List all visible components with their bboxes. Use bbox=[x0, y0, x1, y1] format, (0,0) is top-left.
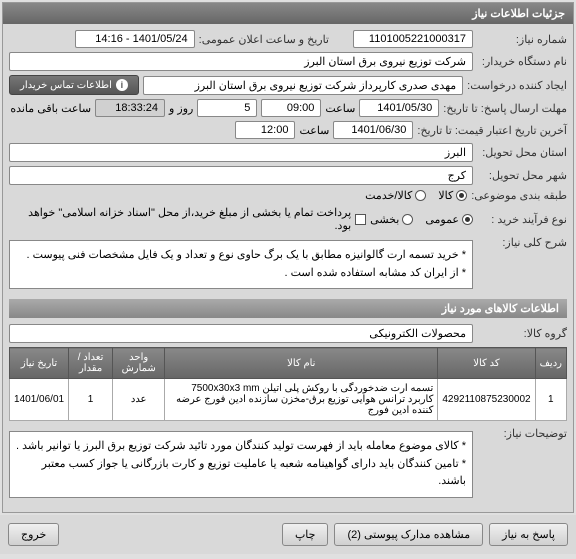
th-qty: تعداد / مقدار bbox=[69, 348, 113, 379]
exit-button[interactable]: خروج bbox=[8, 523, 59, 546]
respond-button[interactable]: پاسخ به نیاز bbox=[489, 523, 568, 546]
buyer-value: شرکت توزیع نیروی برق استان البرز bbox=[9, 52, 473, 71]
th-code: کد کالا bbox=[438, 348, 535, 379]
remaining-suffix: ساعت باقی مانده bbox=[10, 102, 91, 115]
th-name: نام کالا bbox=[165, 348, 438, 379]
panel-header: جزئیات اطلاعات نیاز bbox=[3, 3, 573, 24]
time-label-1: ساعت bbox=[325, 102, 355, 115]
cell-idx: 1 bbox=[535, 379, 566, 421]
th-unit: واحد شمارش bbox=[113, 348, 165, 379]
province-label: استان محل تحویل: bbox=[477, 146, 567, 159]
category-radio-group: کالا کالا/خدمت bbox=[365, 189, 467, 202]
radio-icon bbox=[402, 214, 413, 225]
radio-group[interactable]: بخشی bbox=[370, 213, 413, 226]
day-label: روز و bbox=[169, 102, 193, 115]
notes-text: * کالای موضوع معامله باید از فهرست تولید… bbox=[9, 431, 473, 498]
radio-icon bbox=[415, 190, 426, 201]
cell-name: تسمه ارت ضدخوردگی با روکش پلی اتیلن 7500… bbox=[165, 379, 438, 421]
radio-public[interactable]: عمومی bbox=[425, 213, 473, 226]
footer-toolbar: پاسخ به نیاز مشاهده مدارک پیوستی (2) چاپ… bbox=[0, 515, 576, 554]
radio-goods[interactable]: کالا bbox=[438, 189, 467, 202]
contact-btn-label: اطلاعات تماس خریدار bbox=[20, 80, 112, 91]
deadline-label: مهلت ارسال پاسخ: تا تاریخ: bbox=[443, 102, 567, 115]
th-row: ردیف bbox=[535, 348, 566, 379]
city-value: کرج bbox=[9, 166, 473, 185]
radio-service[interactable]: کالا/خدمت bbox=[365, 189, 426, 202]
validity-time: 12:00 bbox=[235, 121, 295, 139]
days-remaining: 5 bbox=[197, 99, 257, 117]
need-no-value: 1101005221000317 bbox=[353, 30, 473, 48]
requester-value: مهدی صدری کارپرداز شرکت توزیع نیروی برق … bbox=[143, 76, 463, 95]
radio-service-label: کالا/خدمت bbox=[365, 189, 412, 202]
contact-buyer-button[interactable]: i اطلاعات تماس خریدار bbox=[9, 75, 139, 95]
deadline-time: 09:00 bbox=[261, 99, 321, 117]
payment-checkbox[interactable] bbox=[355, 214, 366, 225]
radio-icon bbox=[462, 214, 473, 225]
time-label-2: ساعت bbox=[299, 124, 329, 137]
remaining-clock: 18:33:24 bbox=[95, 99, 165, 117]
th-date: تاریخ نیاز bbox=[10, 348, 69, 379]
desc-text: * خرید تسمه ارت گالوانیزه مطابق با یک بر… bbox=[9, 240, 473, 289]
process-label: نوع فرآیند خرید : bbox=[477, 213, 567, 226]
category-label: طبقه بندی موضوعی: bbox=[471, 189, 567, 202]
radio-icon bbox=[456, 190, 467, 201]
process-radio-group: عمومی بخشی bbox=[370, 213, 473, 226]
items-table: ردیف کد کالا نام کالا واحد شمارش تعداد /… bbox=[9, 347, 567, 421]
announce-label: تاریخ و ساعت اعلان عمومی: bbox=[199, 33, 329, 46]
cell-date: 1401/06/01 bbox=[10, 379, 69, 421]
cell-unit: عدد bbox=[113, 379, 165, 421]
province-value: البرز bbox=[9, 143, 473, 162]
cell-qty: 1 bbox=[69, 379, 113, 421]
validity-date: 1401/06/30 bbox=[333, 121, 413, 139]
requester-label: ایجاد کننده درخواست: bbox=[467, 79, 567, 92]
radio-public-label: عمومی bbox=[425, 213, 459, 226]
cell-code: 4292110875230002 bbox=[438, 379, 535, 421]
deadline-date: 1401/05/30 bbox=[359, 99, 439, 117]
announce-value: 1401/05/24 - 14:16 bbox=[75, 30, 195, 48]
attachments-button[interactable]: مشاهده مدارک پیوستی (2) bbox=[334, 523, 483, 546]
group-value: محصولات الکترونیکی bbox=[9, 324, 473, 343]
buyer-label: نام دستگاه خریدار: bbox=[477, 55, 567, 68]
validity-label: آخرین تاریخ اعتبار قیمت: تا تاریخ: bbox=[417, 124, 567, 137]
items-header: اطلاعات کالاهای مورد نیاز bbox=[9, 299, 567, 318]
radio-group-label: بخشی bbox=[370, 213, 399, 226]
table-row[interactable]: 1 4292110875230002 تسمه ارت ضدخوردگی با … bbox=[10, 379, 567, 421]
group-label: گروه کالا: bbox=[477, 327, 567, 340]
need-no-label: شماره نیاز: bbox=[477, 33, 567, 46]
notes-label: توضیحات نیاز: bbox=[477, 427, 567, 440]
desc-label: شرح کلی نیاز: bbox=[477, 236, 567, 249]
payment-note: پرداخت تمام یا بخشی از مبلغ خرید،از محل … bbox=[9, 206, 351, 232]
info-icon: i bbox=[116, 79, 128, 91]
print-button[interactable]: چاپ bbox=[282, 523, 329, 546]
radio-goods-label: کالا bbox=[438, 189, 453, 202]
city-label: شهر محل تحویل: bbox=[477, 169, 567, 182]
